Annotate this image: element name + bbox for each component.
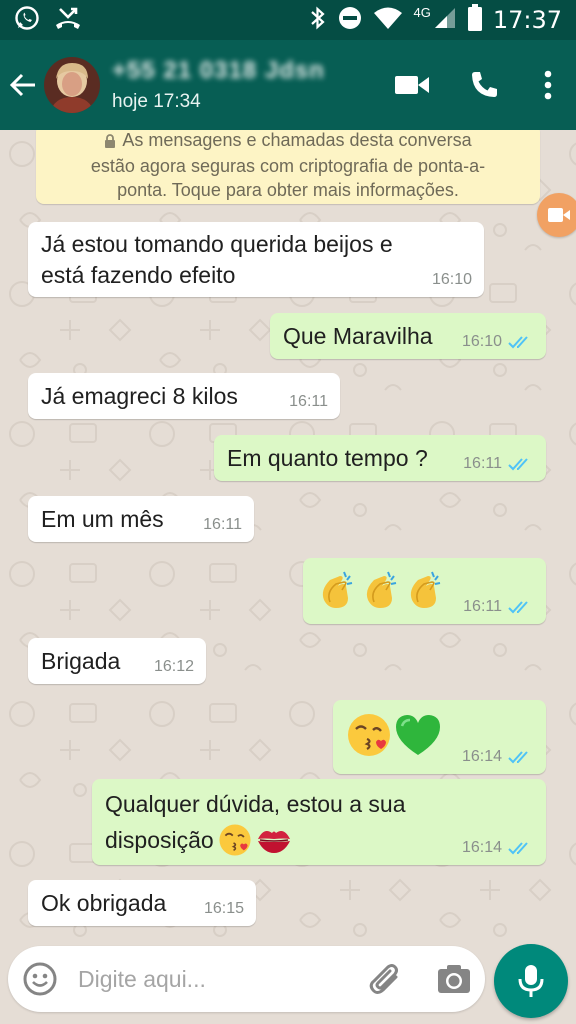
more-options-icon: [544, 70, 552, 100]
message-time: 16:11: [203, 516, 242, 533]
message-bubble-incoming[interactable]: Já estou tomando querida beijos e está f…: [28, 222, 484, 297]
encryption-notice[interactable]: As mensagens e chamadas desta conversa e…: [36, 130, 540, 204]
message-bubble-outgoing[interactable]: Que Maravilha 16:10: [270, 313, 546, 359]
message-text: Que Maravilha: [283, 323, 433, 349]
read-receipt-icon: [508, 842, 528, 855]
message-time: 16:11: [463, 598, 502, 615]
read-receipt-icon: [508, 751, 528, 764]
kiss-mark-emoji: [257, 831, 290, 853]
lock-icon: [104, 130, 116, 154]
clock: 17:37: [492, 6, 562, 34]
message-bubble-outgoing[interactable]: 16:14: [333, 700, 546, 774]
conversation-header: +55 21 0318 Jdsn hoje 17:34: [0, 40, 576, 130]
encryption-notice-line: estão agora seguras com criptografia de …: [90, 156, 486, 176]
attach-button[interactable]: [366, 961, 404, 999]
contact-name: +55 21 0318 Jdsn: [112, 57, 325, 84]
message-text: disposição: [105, 827, 214, 853]
microphone-icon: [518, 965, 544, 997]
message-text: Ok obrigada: [41, 890, 167, 916]
face-blowing-kiss-emoji: [219, 824, 251, 856]
voice-message-button[interactable]: [494, 944, 568, 1018]
message-bubble-outgoing[interactable]: 16:11: [303, 558, 546, 624]
message-bubble-incoming[interactable]: Em um mês 16:11: [28, 496, 254, 542]
message-list[interactable]: As mensagens e chamadas desta conversa e…: [0, 130, 576, 944]
bluetooth-icon: [309, 5, 327, 36]
message-time: 16:10: [431, 271, 472, 288]
face-blowing-kiss-emoji: [348, 714, 390, 756]
paperclip-icon: [369, 964, 398, 994]
more-options-button[interactable]: [520, 40, 576, 130]
message-text: Qualquer dúvida, estou a sua: [105, 791, 406, 817]
missed-call-icon: [54, 5, 82, 36]
contact-info[interactable]: +55 21 0318 Jdsn hoje 17:34: [112, 57, 325, 113]
message-time: 16:11: [289, 393, 328, 410]
video-call-button[interactable]: [376, 40, 448, 130]
voice-call-button[interactable]: [448, 40, 520, 130]
whatsapp-icon: [14, 5, 40, 36]
read-receipt-icon: [508, 336, 528, 349]
green-heart-emoji: [396, 715, 440, 755]
message-text: Já emagreci 8 kilos: [41, 383, 238, 409]
message-text: Em quanto tempo ?: [227, 445, 428, 471]
network-type: 4G: [413, 4, 431, 20]
read-receipt-icon: [508, 601, 528, 614]
message-time: 16:15: [203, 900, 244, 917]
wifi-icon: [373, 6, 403, 35]
emoji-button[interactable]: [22, 961, 58, 997]
back-arrow-icon: [9, 73, 35, 97]
video-camera-icon: [548, 208, 570, 222]
encryption-notice-line: ponta. Toque para obter mais informações…: [117, 180, 459, 200]
contact-last-seen: hoje 17:34: [112, 91, 201, 112]
emoji-icon: [23, 962, 57, 996]
message-composer: [8, 946, 485, 1012]
camera-icon: [438, 965, 470, 993]
floating-video-button[interactable]: [537, 193, 576, 237]
message-time: 16:14: [461, 839, 502, 856]
back-button[interactable]: [0, 40, 46, 130]
battery-icon: [467, 3, 483, 37]
message-bubble-incoming[interactable]: Já emagreci 8 kilos 16:11: [28, 373, 340, 419]
clapping-hands-emoji: [322, 571, 353, 608]
message-text: Já estou tomando querida beijos e: [41, 231, 393, 257]
clapping-hands-emoji: [366, 571, 397, 608]
clapping-hands-emoji: [410, 571, 441, 608]
message-text: está fazendo efeito: [41, 262, 236, 288]
encryption-notice-line: As mensagens e chamadas desta conversa: [36, 130, 540, 154]
message-bubble-outgoing[interactable]: Em quanto tempo ? 16:11: [214, 435, 546, 481]
video-call-icon: [395, 76, 429, 94]
message-time: 16:10: [461, 333, 502, 350]
message-time: 16:11: [463, 455, 502, 472]
signal-icon: [433, 6, 457, 35]
message-text: Brigada: [41, 648, 121, 674]
message-bubble-outgoing[interactable]: Qualquer dúvida, estou a sua disposição …: [92, 779, 546, 865]
status-bar: 4G 17:37: [0, 0, 576, 40]
message-text: Em um mês: [41, 506, 164, 532]
message-time: 16:12: [153, 658, 194, 675]
read-receipt-icon: [508, 458, 528, 471]
message-time: 16:14: [461, 748, 502, 765]
phone-icon: [472, 72, 497, 97]
camera-button[interactable]: [435, 961, 473, 999]
message-bubble-incoming[interactable]: Ok obrigada 16:15: [28, 880, 256, 926]
do-not-disturb-icon: [337, 5, 363, 36]
message-bubble-incoming[interactable]: Brigada 16:12: [28, 638, 206, 684]
message-input[interactable]: [78, 962, 348, 996]
avatar[interactable]: [44, 57, 100, 113]
